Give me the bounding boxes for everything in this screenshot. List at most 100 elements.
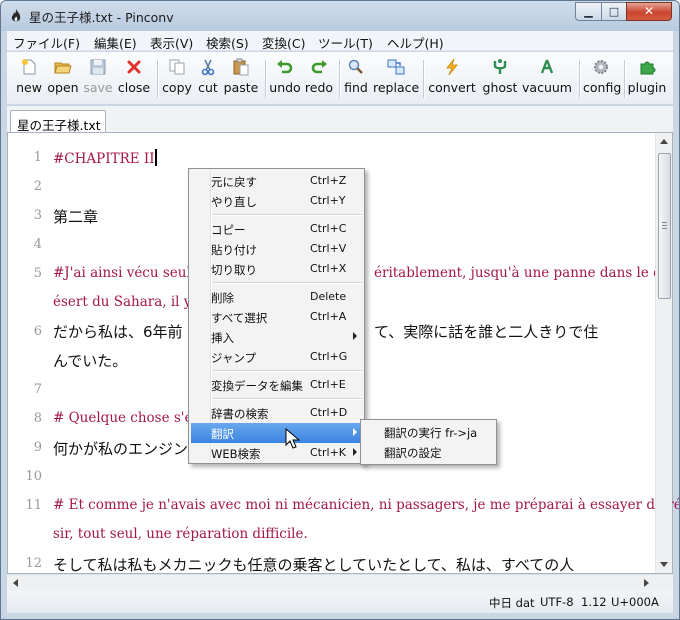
line-number-gutter: 1 2 3 4 5 6 7 8 9 10 11 12 — [8, 133, 48, 573]
open-button[interactable]: open — [46, 56, 80, 102]
window-close-button[interactable]: ✕ — [626, 2, 672, 21]
menu-separator — [213, 282, 362, 283]
close-file-button[interactable]: close — [117, 56, 151, 102]
ctx-delete[interactable]: 削除 Delete — [191, 287, 362, 307]
title-bar[interactable]: 星の王子様.txt - Pinconv ▁ □ ✕ — [1, 1, 679, 31]
menu-search[interactable]: 検索(S) — [206, 33, 249, 52]
save-button[interactable]: save — [81, 56, 115, 102]
status-position: 1.12 — [581, 595, 607, 609]
scroll-down-icon[interactable] — [660, 562, 668, 567]
cut-button[interactable]: cut — [195, 56, 221, 102]
line-number: 3 — [33, 208, 42, 223]
vacuum-tool-icon — [540, 59, 554, 74]
maximize-icon: □ — [608, 5, 620, 18]
status-bar: 中日 dat UTF-8 1.12 U+000A — [7, 591, 673, 613]
line-number: 11 — [25, 498, 42, 513]
ctx-copy[interactable]: コピー Ctrl+C — [191, 219, 362, 239]
status-dictionary: 中日 dat — [489, 596, 535, 610]
config-button[interactable]: config — [583, 56, 621, 102]
ctx-paste[interactable]: 貼り付け Ctrl+V — [191, 239, 362, 259]
minimize-icon: ▁ — [584, 5, 593, 18]
menu-convert[interactable]: 変換(C) — [262, 33, 305, 52]
line-number: 10 — [25, 469, 42, 484]
close-x-icon — [127, 60, 141, 74]
vertical-scrollbar[interactable] — [655, 133, 672, 573]
text-line-continued[interactable]: éritablement, jusqu'à une panne dans le … — [374, 265, 662, 281]
menu-view[interactable]: 表示(V) — [150, 33, 193, 52]
text-line-continued[interactable]: て、実際に話を誰と二人きりで住 — [374, 321, 614, 342]
line-number: 4 — [33, 237, 42, 252]
menu-separator — [213, 398, 362, 399]
line-number: 7 — [33, 382, 42, 397]
submenu-run-translation[interactable]: 翻訳の実行 fr->ja — [363, 422, 494, 442]
toolbar-separator — [157, 60, 158, 98]
maximize-button[interactable]: □ — [601, 2, 627, 21]
tab-document[interactable]: 星の王子様.txt — [10, 110, 106, 134]
redo-button[interactable]: redo — [304, 56, 334, 102]
status-codepoint: U+000A — [611, 595, 659, 609]
line-number: 6 — [33, 324, 42, 339]
close-icon: ✕ — [643, 4, 655, 18]
ctx-undo[interactable]: 元に戻す Ctrl+Z — [191, 171, 362, 191]
copy-icon — [169, 59, 185, 75]
ctx-edit-conversion-data[interactable]: 変換データを編集 Ctrl+E — [191, 375, 362, 395]
ghost-button[interactable]: ghost — [480, 56, 520, 102]
menu-edit[interactable]: 編集(E) — [94, 33, 137, 52]
text-line[interactable]: そして私は私もメカニックも任意の乗客としていたとして、私は、すべての人 — [53, 554, 619, 575]
line-number: 12 — [25, 556, 42, 571]
undo-button[interactable]: undo — [269, 56, 301, 102]
plugin-button[interactable]: plugin — [627, 56, 667, 102]
open-folder-icon — [54, 62, 72, 74]
menu-bar: ファイル(F) 編集(E) 表示(V) 検索(S) 変換(C) ツール(T) ヘ… — [7, 31, 673, 51]
copy-button[interactable]: copy — [161, 56, 193, 102]
minimize-button[interactable]: ▁ — [575, 2, 602, 21]
toolbar-separator — [423, 60, 424, 98]
new-button[interactable]: new — [13, 56, 45, 102]
gear-icon — [594, 60, 608, 74]
ctx-web-search[interactable]: WEB検索 Ctrl+K — [191, 443, 362, 463]
vertical-scroll-thumb[interactable] — [658, 153, 671, 299]
text-line[interactable]: # Et comme je n'avais avec moi ni mécani… — [53, 497, 679, 513]
replace-icon — [387, 59, 405, 75]
text-line[interactable]: #CHAPITRE II — [53, 149, 619, 167]
ctx-translate[interactable]: 翻訳 — [191, 423, 362, 443]
scroll-left-icon[interactable] — [13, 579, 18, 587]
tab-strip: 星の王子様.txt — [7, 106, 673, 134]
menu-file[interactable]: ファイル(F) — [13, 33, 80, 52]
clipboard-icon — [233, 58, 249, 76]
ctx-select-all[interactable]: すべて選択 Ctrl+A — [191, 307, 362, 327]
ctx-redo[interactable]: やり直し Ctrl+Y — [191, 191, 362, 211]
line-number: 1 — [33, 150, 42, 165]
submenu-translation-settings[interactable]: 翻訳の設定 — [363, 442, 494, 462]
window-title: 星の王子様.txt - Pinconv — [29, 10, 174, 25]
ctx-cut[interactable]: 切り取り Ctrl+X — [191, 259, 362, 279]
vacuum-button[interactable]: vacuum — [522, 56, 572, 102]
magnifier-icon — [348, 59, 363, 74]
toolbar-separator — [265, 60, 266, 98]
new-file-icon — [22, 59, 36, 75]
text-caret — [154, 149, 157, 166]
mouse-pointer-icon — [285, 428, 301, 449]
toolbar: new open save close copy cut paste undo … — [7, 52, 673, 105]
menu-help[interactable]: ヘルプ(H) — [387, 33, 444, 52]
submenu-arrow-icon — [353, 448, 357, 456]
translate-submenu: 翻訳の実行 fr->ja 翻訳の設定 — [360, 419, 497, 465]
convert-button[interactable]: convert — [427, 56, 477, 102]
puzzle-piece-icon — [640, 61, 656, 75]
paste-button[interactable]: paste — [223, 56, 259, 102]
ctx-insert[interactable]: 挿入 — [191, 327, 362, 347]
horizontal-scrollbar[interactable] — [7, 574, 673, 591]
ctx-dictionary-search[interactable]: 辞書の検索 Ctrl+D — [191, 403, 362, 423]
menu-tools[interactable]: ツール(T) — [318, 33, 373, 52]
status-encoding: UTF-8 — [540, 595, 574, 609]
app-flame-icon — [11, 9, 21, 22]
scroll-right-icon[interactable] — [644, 579, 649, 587]
ctx-jump[interactable]: ジャンプ Ctrl+G — [191, 347, 362, 367]
submenu-arrow-icon — [353, 332, 357, 340]
text-line[interactable]: sir, tout seul, une réparation difficile… — [53, 526, 619, 542]
scroll-up-icon[interactable] — [660, 139, 668, 144]
line-number: 5 — [33, 266, 42, 281]
undo-arrow-icon — [277, 60, 293, 74]
replace-button[interactable]: replace — [373, 56, 419, 102]
find-button[interactable]: find — [342, 56, 370, 102]
